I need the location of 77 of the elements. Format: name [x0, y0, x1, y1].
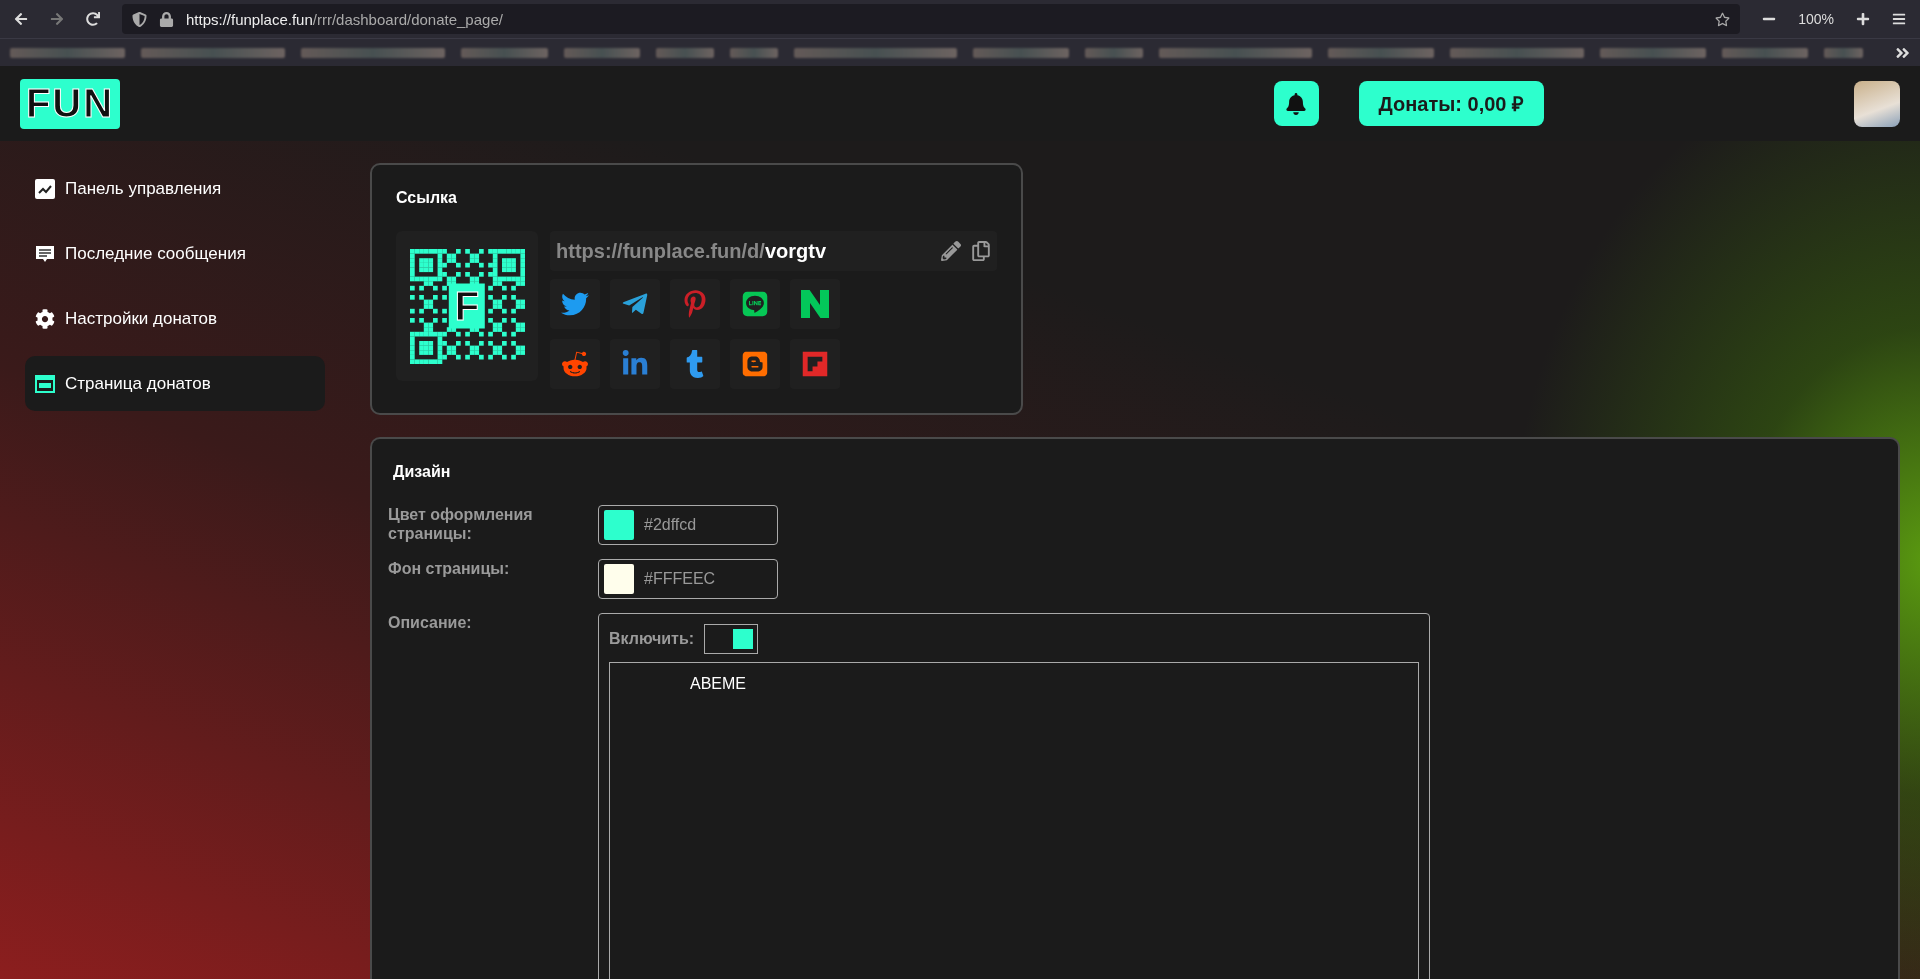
blurred-bookmark[interactable]: [1085, 47, 1143, 58]
share-button[interactable]: [550, 339, 600, 389]
blogger-icon: [741, 350, 769, 378]
blurred-bookmark[interactable]: [10, 47, 126, 58]
field-label: Цвет оформления страницы:: [388, 505, 534, 543]
zoom-in-icon[interactable]: [1856, 12, 1870, 26]
blurred-bookmark[interactable]: [1824, 47, 1863, 58]
color-input[interactable]: #FFFEEC: [598, 559, 778, 599]
settings-icon: [35, 308, 55, 329]
sidebar-item[interactable]: Панель управления: [25, 161, 325, 216]
flipboard-icon: [801, 350, 829, 378]
share-button[interactable]: [790, 279, 840, 329]
toggle-switch[interactable]: [704, 624, 759, 654]
sidebar-item[interactable]: Последние сообщения: [25, 226, 325, 281]
reload-icon[interactable]: [86, 12, 100, 26]
text-editor[interactable]: ABEME: [609, 662, 1419, 979]
line-icon: [741, 290, 769, 318]
share-button[interactable]: [790, 339, 840, 389]
color-value: #FFFEEC: [644, 570, 716, 588]
share-button[interactable]: [670, 339, 720, 389]
lock-icon: [159, 11, 174, 27]
blurred-bookmark[interactable]: [656, 47, 714, 58]
pencil-icon: [941, 241, 961, 261]
toggle-label: Включить:: [609, 630, 695, 648]
share-button[interactable]: [730, 279, 780, 329]
chart-icon: [35, 178, 55, 199]
share-button[interactable]: [610, 339, 660, 389]
reddit-icon: [561, 350, 589, 378]
url-text: https://funplace.fun/rrr/dashboard/donate_page/: [186, 10, 503, 28]
blurred-bookmark[interactable]: [461, 47, 548, 58]
star-icon[interactable]: [1715, 11, 1731, 27]
bird-icon: [561, 290, 589, 318]
web-page-icon: [35, 374, 55, 393]
copy-icon: [971, 241, 991, 261]
menu-icon[interactable]: [1892, 12, 1906, 26]
color-swatch[interactable]: [604, 510, 634, 540]
color-value: #2dffcd: [644, 516, 697, 534]
blurred-bookmark[interactable]: [1449, 47, 1585, 58]
share-button[interactable]: [730, 339, 780, 389]
blurred-bookmark[interactable]: [1721, 47, 1809, 58]
blurred-bookmark[interactable]: [793, 47, 958, 58]
message-icon: [35, 243, 55, 264]
color-swatch[interactable]: [604, 564, 634, 594]
blurred-bookmark[interactable]: [563, 47, 641, 58]
linkedin-icon: [621, 350, 649, 378]
blurred-bookmark[interactable]: [301, 47, 446, 58]
naver-icon: [801, 290, 829, 318]
qr-logo: F: [448, 283, 486, 329]
sidebar-item[interactable]: Страница донатов: [25, 356, 325, 411]
forward-icon[interactable]: [50, 12, 64, 26]
zoom-level[interactable]: 100%: [1798, 11, 1834, 27]
shield-icon: [132, 11, 147, 27]
notification-button[interactable]: [1273, 81, 1319, 126]
back-icon[interactable]: [14, 12, 28, 26]
editor-text: ABEME: [690, 675, 746, 692]
blurred-bookmark[interactable]: [1600, 47, 1706, 58]
blurred-bookmark[interactable]: [1158, 47, 1313, 58]
blurred-bookmark[interactable]: [141, 47, 286, 58]
donations-button[interactable]: Донаты: 0,00 ₽: [1358, 81, 1544, 126]
card-title: Дизайн: [392, 463, 452, 481]
sidebar-item[interactable]: Настройки донатов: [25, 291, 325, 346]
logo[interactable]: FUN: [20, 78, 120, 129]
share-button[interactable]: [610, 279, 660, 329]
color-input[interactable]: #2dffcd: [598, 505, 778, 545]
avatar-placeholder[interactable]: [1854, 80, 1900, 127]
blurred-bookmark[interactable]: [1328, 47, 1434, 58]
share-button[interactable]: [550, 279, 600, 329]
copy-button[interactable]: [971, 241, 991, 261]
card-title: Ссылка: [396, 189, 458, 207]
address-bar[interactable]: https://funplace.fun/rrr/dashboard/donate_page/: [122, 4, 1741, 34]
blurred-bookmark[interactable]: [973, 47, 1070, 58]
link-text[interactable]: https://funplace.fun/d/vorgtv: [556, 239, 931, 263]
bell-icon: [1285, 92, 1307, 115]
field-label: Описание:: [388, 613, 473, 632]
field-label: Фон страницы:: [388, 559, 511, 578]
blurred-bookmark[interactable]: [729, 47, 778, 58]
edit-button[interactable]: [941, 241, 961, 261]
